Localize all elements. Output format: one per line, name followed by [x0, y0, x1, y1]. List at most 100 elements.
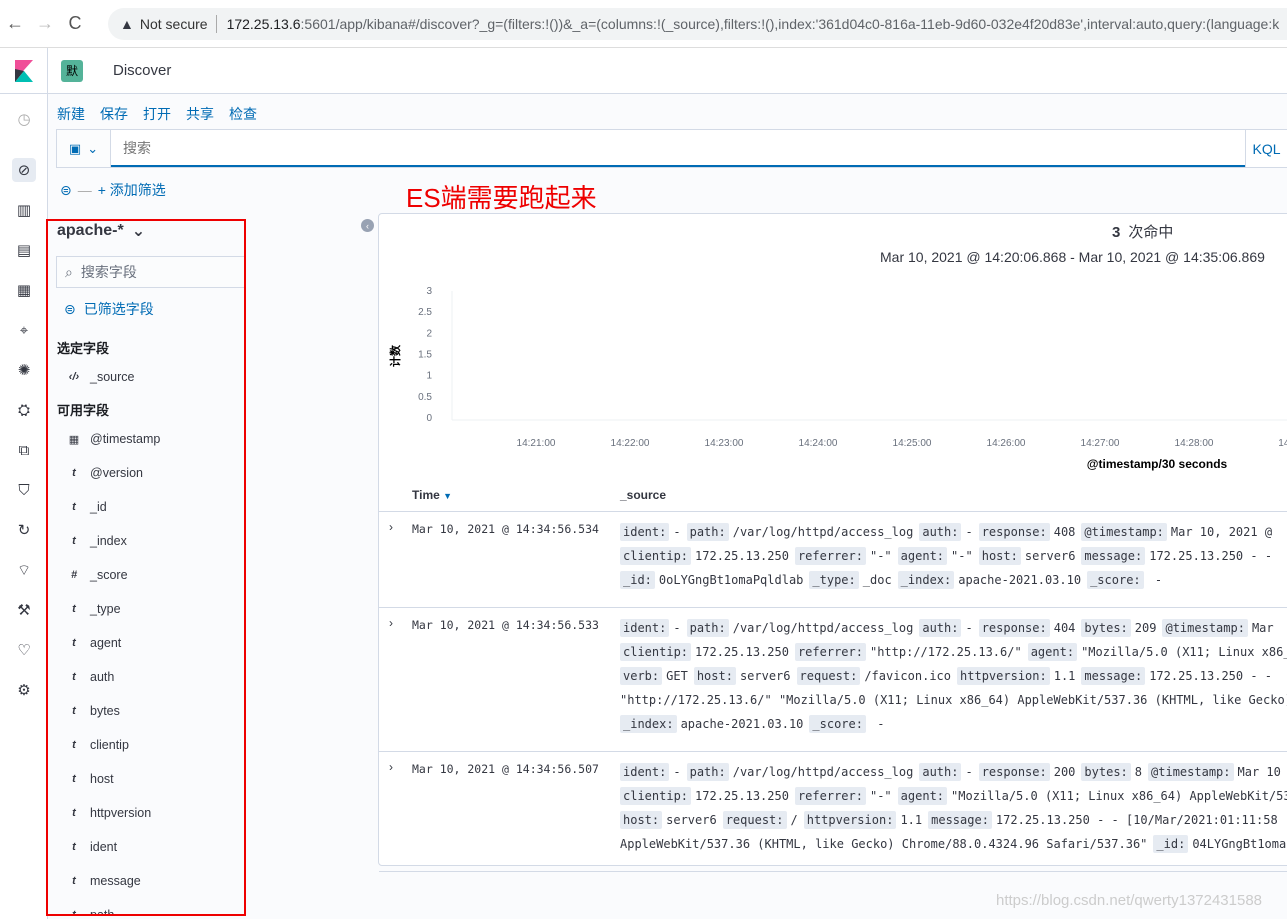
- index-pattern-selector[interactable]: apache-* ⌄: [57, 221, 145, 241]
- field-value: -: [965, 621, 973, 635]
- table-row[interactable]: › Mar 10, 2021 @ 14:34:56.507 ident: - path:…: [379, 752, 1287, 872]
- string-type-icon: t: [72, 603, 76, 615]
- sort-down-icon[interactable]: ▼: [443, 491, 452, 501]
- logs-icon[interactable]: ⧉: [12, 438, 36, 462]
- filtered-fields-toggle[interactable]: ⊜ 已筛选字段: [64, 299, 154, 319]
- field-item[interactable]: t clientip: [64, 738, 129, 752]
- field-item[interactable]: t _id: [64, 500, 107, 514]
- add-filter-button[interactable]: + 添加筛选: [98, 180, 166, 200]
- field-name: httpversion: [90, 806, 152, 820]
- field-value: 172.25.13.250 - - [10/Mar/2021:01:11:58: [995, 813, 1278, 827]
- field-value: 04LYGngBt1omaP: [1192, 837, 1287, 851]
- field-item[interactable]: # _score: [64, 568, 128, 582]
- table-row[interactable]: › Mar 10, 2021 @ 14:34:56.533 ident: - path:…: [379, 608, 1287, 752]
- field-key: auth:: [919, 523, 962, 541]
- field-item[interactable]: t path: [64, 908, 115, 916]
- index-pattern-name: apache-*: [57, 222, 124, 239]
- field-item[interactable]: t @version: [64, 466, 143, 480]
- string-type-icon: t: [72, 875, 76, 887]
- uptime-icon[interactable]: ↻: [12, 518, 36, 542]
- y-tick-label: 0: [426, 413, 432, 424]
- apm-icon[interactable]: ⛉: [12, 478, 36, 502]
- field-search[interactable]: ⌕ 搜索字段: [56, 256, 244, 288]
- canvas-icon[interactable]: ▦: [12, 278, 36, 302]
- field-value: /: [790, 813, 798, 827]
- field-key: path:: [686, 763, 729, 781]
- field-key: _score:: [809, 715, 866, 733]
- field-item[interactable]: t host: [64, 772, 114, 786]
- menu-save[interactable]: 保存: [100, 104, 128, 124]
- field-key: httpversion:: [803, 811, 897, 829]
- field-item[interactable]: t bytes: [64, 704, 120, 718]
- menu-new[interactable]: 新建: [57, 104, 85, 124]
- field-item[interactable]: t auth: [64, 670, 114, 684]
- field-name: bytes: [90, 704, 120, 718]
- expand-chevron-icon[interactable]: ›: [389, 520, 393, 534]
- source-line: "http://172.25.13.6/" "Mozilla/5.0 (X11;…: [620, 688, 1287, 712]
- time-range: Mar 10, 2021 @ 14:20:06.868 - Mar 10, 20…: [880, 249, 1265, 265]
- field-item[interactable]: t ident: [64, 840, 117, 854]
- field-item[interactable]: ‹/› _source: [64, 370, 135, 384]
- ml-icon[interactable]: ✺: [12, 358, 36, 382]
- field-value: Mar: [1251, 621, 1274, 635]
- discover-compass-icon[interactable]: ⊘: [12, 158, 36, 182]
- field-item[interactable]: t message: [64, 874, 141, 888]
- field-key: ident:: [620, 619, 670, 637]
- reload-button[interactable]: C: [60, 13, 90, 34]
- field-key: message:: [928, 811, 992, 829]
- string-type-icon: t: [72, 467, 76, 479]
- maps-icon[interactable]: ⌖: [12, 318, 36, 342]
- field-name: path: [90, 908, 115, 916]
- field-item[interactable]: ▦ @timestamp: [64, 432, 161, 446]
- visualize-icon[interactable]: ▥: [12, 198, 36, 222]
- management-gear-icon[interactable]: ⚙: [12, 678, 36, 702]
- table-row[interactable]: › Mar 10, 2021 @ 14:34:56.534 ident: - path:…: [379, 512, 1287, 608]
- divider: [215, 15, 217, 33]
- space-avatar[interactable]: 默: [61, 59, 83, 82]
- field-name: message: [90, 874, 141, 888]
- field-key: @timestamp:: [1081, 523, 1167, 541]
- menu-share[interactable]: 共享: [186, 104, 214, 124]
- kibana-logo[interactable]: [0, 47, 48, 94]
- source-line: clientip: 172.25.13.250 referrer: "http://1…: [620, 640, 1287, 664]
- field-key: response:: [978, 523, 1050, 541]
- row-timestamp: Mar 10, 2021 @ 14:34:56.507: [412, 762, 599, 776]
- saved-query-button[interactable]: ▣ ⌄: [57, 130, 111, 167]
- siem-icon[interactable]: ⌔: [12, 558, 36, 582]
- expand-chevron-icon[interactable]: ›: [389, 616, 393, 630]
- field-item[interactable]: t httpversion: [64, 806, 151, 820]
- search-input[interactable]: [111, 130, 1245, 167]
- field-key: request:: [796, 667, 861, 685]
- field-key: _id:: [620, 571, 655, 589]
- forward-button[interactable]: →: [30, 13, 60, 34]
- infrastructure-icon[interactable]: ⛭: [12, 398, 36, 422]
- string-type-icon: t: [72, 501, 76, 513]
- field-name: host: [90, 772, 114, 786]
- y-tick-label: 2.5: [418, 307, 432, 318]
- menu-inspect[interactable]: 检查: [229, 104, 257, 124]
- menu-open[interactable]: 打开: [143, 104, 171, 124]
- kql-toggle[interactable]: KQL: [1245, 130, 1287, 167]
- recent-clock-icon[interactable]: ◷: [12, 107, 36, 131]
- x-tick-label: 14:28:00: [1175, 438, 1214, 449]
- histogram-chart[interactable]: 0 0.5 1 1.5 2 2.5 3 14:21:00 14:22:00 14:23:00 14:…: [379, 274, 1287, 474]
- field-value: 1.1: [900, 813, 923, 827]
- field-value: "-": [869, 549, 892, 563]
- column-time[interactable]: Time ▼: [412, 488, 452, 502]
- field-value: 408: [1053, 525, 1076, 539]
- field-item[interactable]: t agent: [64, 636, 121, 650]
- back-button[interactable]: ←: [0, 13, 30, 34]
- monitoring-heart-icon[interactable]: ♡: [12, 638, 36, 662]
- address-bar[interactable]: ▲ Not secure 172.25.13.6:5601/app/kibana…: [108, 8, 1287, 40]
- field-key: httpversion:: [957, 667, 1050, 685]
- filter-icon[interactable]: ⊜: [60, 182, 72, 199]
- field-key: path:: [686, 523, 729, 541]
- expand-chevron-icon[interactable]: ›: [389, 760, 393, 774]
- field-item[interactable]: t _type: [64, 602, 120, 616]
- source-cell: ident: - path:/var/log/httpd/access_log aut…: [620, 760, 1287, 856]
- collapse-sidebar-button[interactable]: ‹: [361, 219, 374, 232]
- dev-tools-icon[interactable]: ⚒: [12, 598, 36, 622]
- dashboard-icon[interactable]: ▤: [12, 238, 36, 262]
- field-item[interactable]: t _index: [64, 534, 127, 548]
- field-value: apache-2021.03.10: [680, 717, 804, 731]
